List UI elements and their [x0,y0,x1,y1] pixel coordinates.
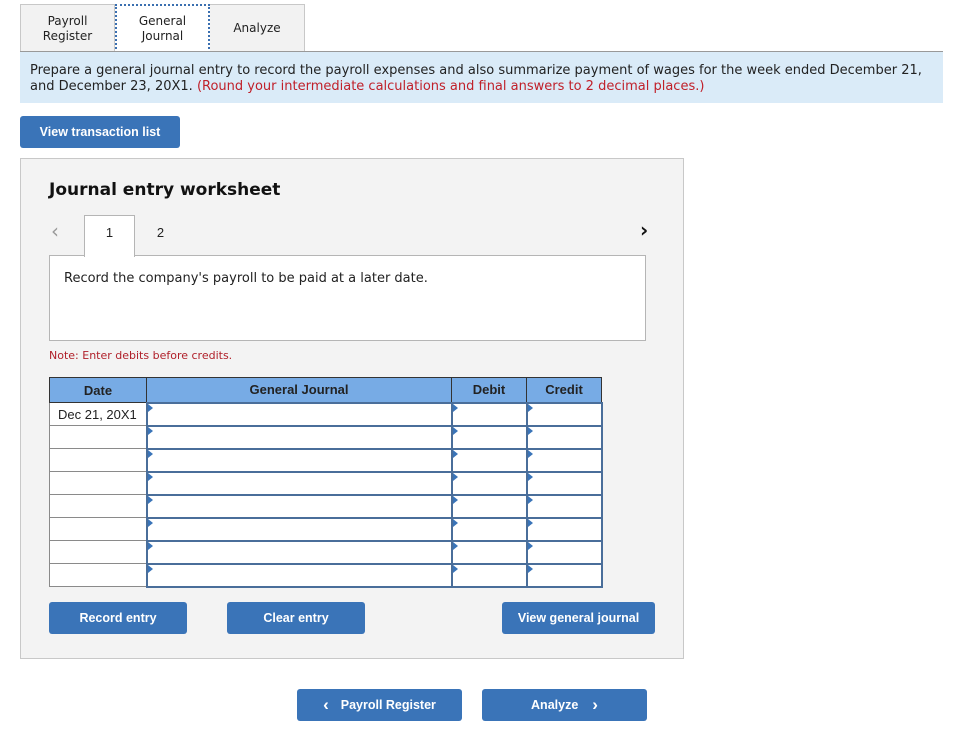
credit-input[interactable] [525,424,603,450]
instructions-box: Prepare a general journal entry to recor… [20,52,943,103]
top-tabs: Payroll Register General Journal Analyze [20,4,305,53]
debit-input[interactable] [450,401,528,427]
account-input[interactable] [145,401,453,427]
col-date: Date [49,377,147,403]
chevron-left-icon[interactable]: ‹ [51,219,59,243]
journal-row: Dec 21, 20X1 [49,401,603,427]
credit-input[interactable] [525,539,603,565]
prev-payroll-register-button[interactable]: ‹ Payroll Register [297,689,462,721]
account-input[interactable] [145,516,453,542]
worksheet-title: Journal entry worksheet [49,180,281,200]
rounding-note: (Round your intermediate calculations an… [196,79,705,94]
date-cell[interactable] [49,494,147,518]
date-cell[interactable] [49,540,147,564]
tab-payroll-register[interactable]: Payroll Register [20,4,115,52]
credit-input[interactable] [525,447,603,473]
next-analyze-button[interactable]: Analyze › [482,689,647,721]
debit-input[interactable] [450,562,528,588]
credit-input[interactable] [525,401,603,427]
view-transaction-list-button[interactable]: View transaction list [20,116,180,148]
journal-row [49,516,603,542]
step-tab-2[interactable]: 2 [135,215,186,257]
record-entry-button[interactable]: Record entry [49,602,187,634]
journal-row [49,493,603,519]
account-input[interactable] [145,562,453,588]
journal-row [49,470,603,496]
clear-entry-button[interactable]: Clear entry [227,602,365,634]
account-input[interactable] [145,424,453,450]
col-general-journal: General Journal [146,377,452,403]
credit-input[interactable] [525,562,603,588]
debit-input[interactable] [450,516,528,542]
chevron-left-icon: ‹ [323,695,329,714]
col-credit: Credit [526,377,602,403]
debit-input[interactable] [450,493,528,519]
journal-entry-worksheet: Journal entry worksheet ‹ 1 2 › Record t… [20,158,684,659]
step-tab-1[interactable]: 1 [84,215,135,257]
account-input[interactable] [145,470,453,496]
date-cell[interactable] [49,448,147,472]
date-cell[interactable] [49,517,147,541]
journal-row [49,539,603,565]
tab-analyze[interactable]: Analyze [210,4,305,52]
debit-input[interactable] [450,539,528,565]
date-cell[interactable] [49,471,147,495]
journal-row [49,447,603,473]
account-input[interactable] [145,493,453,519]
account-input[interactable] [145,447,453,473]
debit-input[interactable] [450,447,528,473]
debits-note: Note: Enter debits before credits. [49,349,233,362]
journal-header-row: Date General Journal Debit Credit [49,377,602,403]
col-debit: Debit [451,377,527,403]
view-general-journal-button[interactable]: View general journal [502,602,655,634]
account-input[interactable] [145,539,453,565]
debit-input[interactable] [450,424,528,450]
journal-row [49,562,603,588]
journal-table: Date General Journal Debit Credit Dec 21… [49,377,603,588]
entry-description-text: Record the company's payroll to be paid … [64,271,428,286]
date-cell[interactable] [49,563,147,587]
prev-page-label: Payroll Register [340,698,436,712]
date-cell[interactable]: Dec 21, 20X1 [49,402,147,426]
credit-input[interactable] [525,516,603,542]
chevron-right-icon[interactable]: › [640,218,648,242]
next-page-label: Analyze [531,698,579,712]
tab-general-journal[interactable]: General Journal [115,4,210,53]
date-cell[interactable] [49,425,147,449]
chevron-right-icon: › [592,695,598,714]
credit-input[interactable] [525,493,603,519]
entry-description: Record the company's payroll to be paid … [49,255,646,341]
credit-input[interactable] [525,470,603,496]
journal-row [49,424,603,450]
debit-input[interactable] [450,470,528,496]
